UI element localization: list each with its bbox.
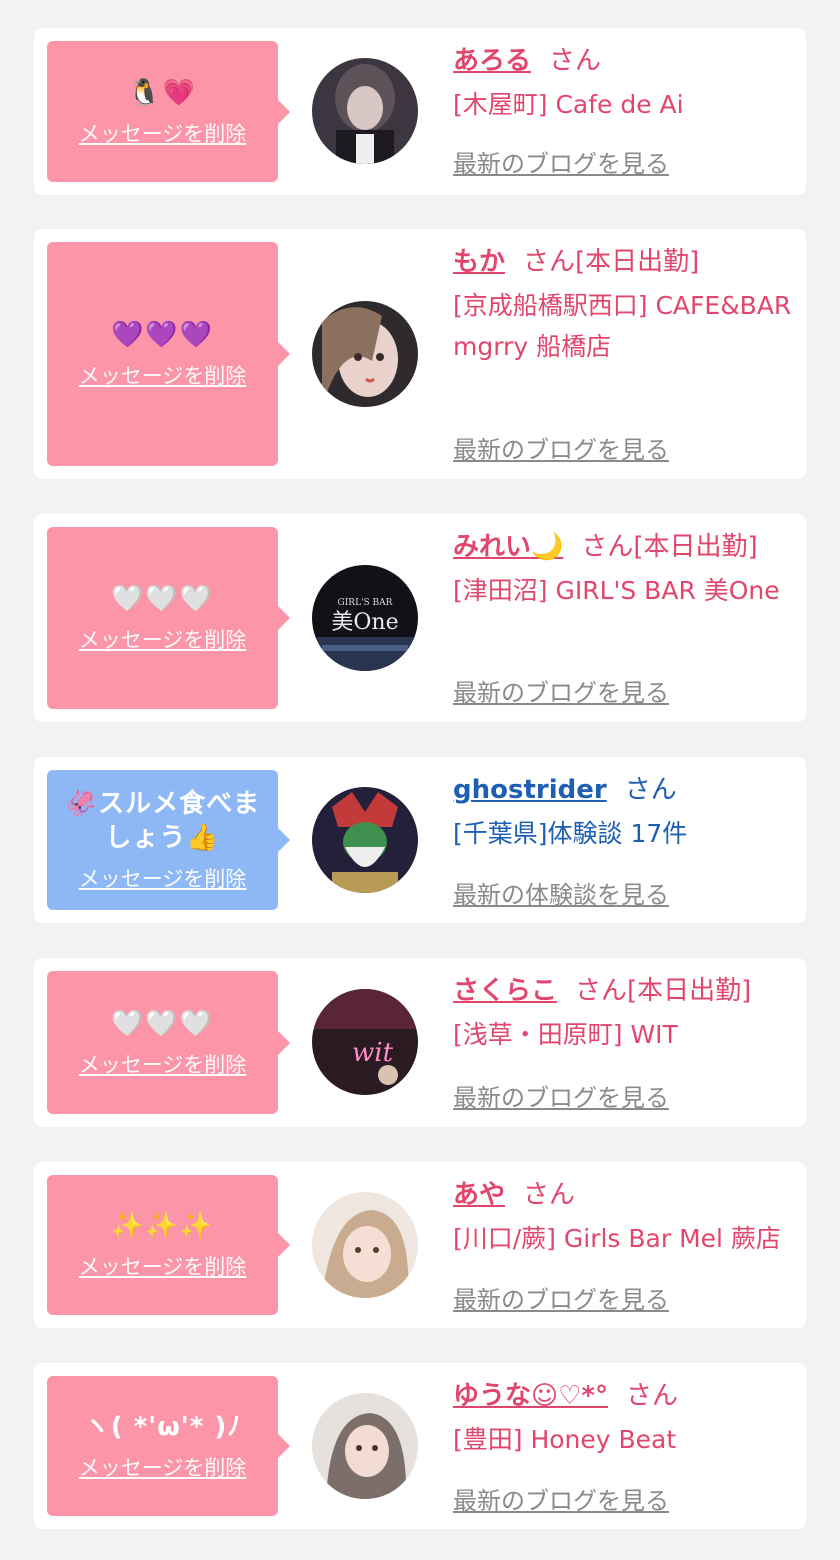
profile-name-link[interactable]: さくらこ xyxy=(453,976,557,1006)
message-bubble: 🤍🤍🤍 メッセージを削除 xyxy=(47,527,290,709)
latest-blog-link[interactable]: 最新のブログを見る xyxy=(453,673,669,708)
profile-info: みれい🌙 さん[本日出勤] [津田沼] GIRL'S BAR 美One xyxy=(453,528,792,611)
svg-text:GIRL'S BAR: GIRL'S BAR xyxy=(338,598,393,608)
latest-blog-link[interactable]: 最新のブログを見る xyxy=(453,1280,669,1315)
message-card: 🤍🤍🤍 メッセージを削除 wit さくらこ さん[本日出勤] [浅草・田原町] W… xyxy=(34,958,806,1127)
svg-text:wit: wit xyxy=(352,1038,394,1068)
delete-message-link[interactable]: メッセージを削除 xyxy=(79,863,247,893)
message-card: 🤍🤍🤍 メッセージを削除 GIRL'S BAR 美One みれい🌙 さん[本日出勤… xyxy=(34,514,806,722)
store-info: [京成船橋駅西口] CAFE&BAR mgrry 船橋店 xyxy=(453,291,792,361)
profile-name-link[interactable]: あや xyxy=(453,1180,505,1210)
delete-message-link[interactable]: メッセージを削除 xyxy=(79,1452,247,1482)
profile-info: あや さん [川口/蕨] Girls Bar Mel 蕨店 xyxy=(453,1176,792,1259)
profile-info: さくらこ さん[本日出勤] [浅草・田原町] WIT xyxy=(453,972,792,1055)
profile-name-link[interactable]: みれい🌙 xyxy=(453,532,563,562)
profile-info: もか さん[本日出勤] [京成船橋駅西口] CAFE&BAR mgrry 船橋店 xyxy=(453,243,792,367)
profile-name-link[interactable]: ghostrider xyxy=(453,775,607,805)
delete-message-link[interactable]: メッセージを削除 xyxy=(79,1049,247,1079)
avatar[interactable] xyxy=(312,787,418,893)
message-text: 🤍🤍🤍 xyxy=(110,1008,215,1039)
latest-blog-link[interactable]: 最新のブログを見る xyxy=(453,1078,669,1113)
honorific: さん xyxy=(523,1180,576,1210)
store-info: [浅草・田原町] WIT xyxy=(453,1020,678,1049)
message-card: 💜💜💜 メッセージを削除 もか さん[本日出勤] [京成船橋駅西口] CAFE&B… xyxy=(34,229,806,479)
delete-message-link[interactable]: メッセージを削除 xyxy=(79,624,247,654)
honorific: さん xyxy=(575,976,628,1006)
latest-blog-link[interactable]: 最新のブログを見る xyxy=(453,1481,669,1516)
avatar[interactable]: GIRL'S BAR 美One xyxy=(312,565,418,671)
latest-review-link[interactable]: 最新の体験談を見る xyxy=(453,875,669,910)
profile-info: ゆうな☺︎♡*° さん [豊田] Honey Beat xyxy=(453,1377,792,1460)
message-card: 🦑スルメ食べましょう👍 メッセージを削除 ghostrider さん [千葉県]体… xyxy=(34,757,806,923)
status-badge: [本日出勤] xyxy=(633,532,758,562)
delete-message-link[interactable]: メッセージを削除 xyxy=(79,1251,247,1281)
store-info: [豊田] Honey Beat xyxy=(453,1425,677,1454)
honorific: さん xyxy=(581,532,634,562)
message-bubble: 💜💜💜 メッセージを削除 xyxy=(47,242,290,466)
store-info: [津田沼] GIRL'S BAR 美One xyxy=(453,576,780,605)
avatar[interactable] xyxy=(312,58,418,164)
store-info: [千葉県]体験談 17件 xyxy=(453,819,688,848)
profile-name-link[interactable]: ゆうな☺︎♡*° xyxy=(453,1381,608,1411)
profile-info: ghostrider さん [千葉県]体験談 17件 xyxy=(453,771,792,854)
message-bubble: 🦑スルメ食べましょう👍 メッセージを削除 xyxy=(47,770,290,910)
store-info: [木屋町] Cafe de Ai xyxy=(453,90,684,119)
status-badge: [本日出勤] xyxy=(575,247,700,277)
message-text: 🦑スルメ食べましょう👍 xyxy=(64,789,261,853)
avatar[interactable] xyxy=(312,301,418,407)
honorific: さん xyxy=(626,1381,679,1411)
message-text: 🤍🤍🤍 xyxy=(110,584,215,614)
message-text: ✨✨✨ xyxy=(110,1211,215,1241)
latest-blog-link[interactable]: 最新のブログを見る xyxy=(453,144,669,179)
honorific: さん xyxy=(549,46,602,76)
svg-text:美One: 美One xyxy=(331,610,398,635)
message-card: ヽ( *'ω'* )ﾉ メッセージを削除 ゆうな☺︎♡*° さん [豊田] Hon… xyxy=(34,1363,806,1529)
status-badge: [本日出勤] xyxy=(627,976,752,1006)
profile-name-link[interactable]: もか xyxy=(453,247,505,277)
honorific: さん xyxy=(523,247,576,277)
store-info: [川口/蕨] Girls Bar Mel 蕨店 xyxy=(453,1224,781,1253)
avatar[interactable]: wit xyxy=(312,989,418,1095)
profile-info: あろる さん [木屋町] Cafe de Ai xyxy=(453,42,792,125)
delete-message-link[interactable]: メッセージを削除 xyxy=(79,118,247,148)
message-card: 🐧💗 メッセージを削除 あろる さん [木屋町] Cafe de Ai 最新のブロ… xyxy=(34,28,806,195)
message-bubble: 🐧💗 メッセージを削除 xyxy=(47,41,290,182)
message-text: ヽ( *'ω'* )ﾉ xyxy=(83,1412,242,1442)
message-text: 💜💜💜 xyxy=(110,320,215,350)
message-bubble: 🤍🤍🤍 メッセージを削除 xyxy=(47,971,290,1114)
delete-message-link[interactable]: メッセージを削除 xyxy=(79,360,247,390)
message-bubble: ヽ( *'ω'* )ﾉ メッセージを削除 xyxy=(47,1376,290,1516)
avatar[interactable] xyxy=(312,1393,418,1499)
message-bubble: ✨✨✨ メッセージを削除 xyxy=(47,1175,290,1315)
message-text: 🐧💗 xyxy=(128,77,197,108)
profile-name-link[interactable]: あろる xyxy=(453,46,531,76)
avatar[interactable] xyxy=(312,1192,418,1298)
honorific: さん xyxy=(624,775,677,805)
latest-blog-link[interactable]: 最新のブログを見る xyxy=(453,430,669,465)
message-card: ✨✨✨ メッセージを削除 あや さん [川口/蕨] Girls Bar Mel 蕨… xyxy=(34,1162,806,1328)
